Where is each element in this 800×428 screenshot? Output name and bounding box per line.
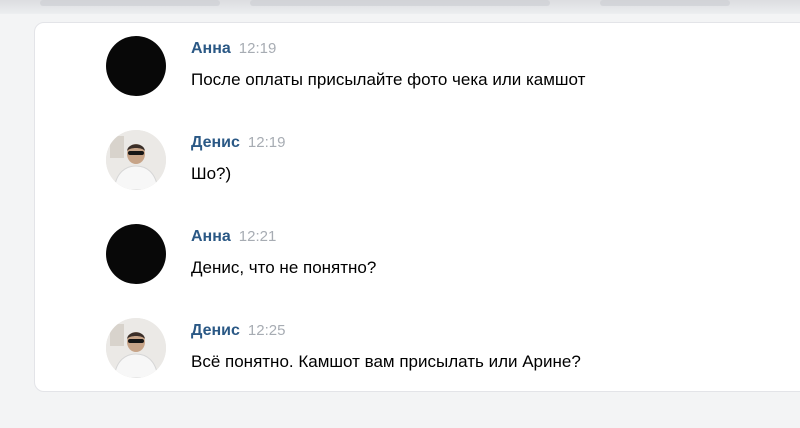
message-text: Всё понятно. Камшот вам присылать или Ар… (191, 352, 581, 371)
user-avatar-anna[interactable] (106, 36, 166, 96)
chat-message: Денис 12:19 Шо?) (106, 130, 746, 194)
author-name[interactable]: Денис (191, 134, 240, 151)
message-header: Анна 12:19 (191, 40, 276, 58)
chat-message: Анна 12:19 После оплаты присылайте фото ч… (106, 36, 746, 100)
message-text: Денис, что не понятно? (191, 258, 377, 277)
message-text: После оплаты присылайте фото чека или ка… (191, 70, 586, 89)
message-header: Денис 12:25 (191, 322, 285, 340)
author-name[interactable]: Анна (191, 228, 231, 245)
user-avatar-denis[interactable] (106, 318, 166, 378)
person-photo-icon (106, 130, 166, 190)
message-time: 12:21 (238, 228, 277, 245)
author-name[interactable]: Анна (191, 40, 231, 57)
message-text: Шо?) (191, 164, 232, 183)
author-name[interactable]: Денис (191, 322, 240, 339)
message-time: 12:19 (238, 40, 277, 57)
chat-message: Анна 12:21 Денис, что не понятно? (106, 224, 746, 288)
person-photo-icon (106, 318, 166, 378)
message-time: 12:25 (247, 322, 286, 339)
cropped-header-strip (0, 0, 800, 14)
user-avatar-denis[interactable] (106, 130, 166, 190)
chat-message: Денис 12:25 Всё понятно. Камшот вам присы… (106, 318, 746, 382)
message-time: 12:19 (247, 134, 286, 151)
user-avatar-anna[interactable] (106, 224, 166, 284)
message-header: Денис 12:19 (191, 134, 285, 152)
message-header: Анна 12:21 (191, 228, 276, 246)
